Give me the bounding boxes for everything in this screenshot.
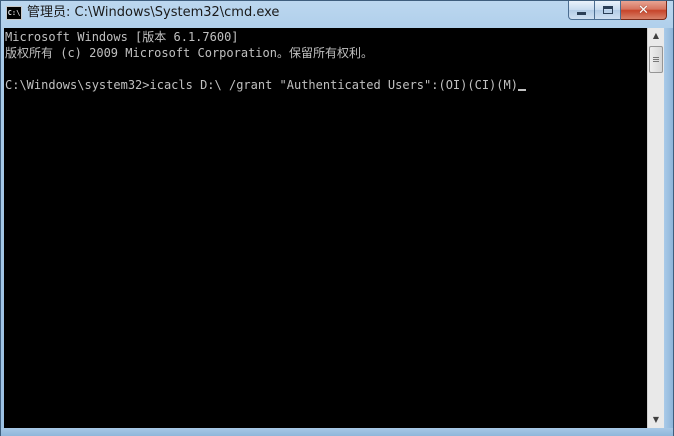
vertical-scrollbar[interactable]: ▲ ▼ xyxy=(647,28,664,428)
window-frame-bottom[interactable] xyxy=(1,428,673,436)
title-bar[interactable]: C:\ 管理员: C:\Windows\System32\cmd.exe ✕ xyxy=(1,1,673,27)
console-line-command[interactable]: C:\Windows\system32>icacls D:\ /grant "A… xyxy=(5,77,526,93)
command-text: C:\Windows\system32>icacls D:\ /grant "A… xyxy=(5,78,518,92)
console-line-version: Microsoft Windows [版本 6.1.7600] xyxy=(5,30,239,44)
caption-buttons: ✕ xyxy=(568,1,667,20)
window-frame-right xyxy=(664,28,673,428)
scroll-down-arrow-icon[interactable]: ▼ xyxy=(648,412,664,428)
minimize-icon xyxy=(577,11,586,15)
maximize-button[interactable] xyxy=(595,1,621,20)
cmd-window: C:\ 管理员: C:\Windows\System32\cmd.exe ✕ M… xyxy=(0,0,674,436)
maximize-icon xyxy=(602,6,613,14)
minimize-button[interactable] xyxy=(568,1,595,20)
window-title: 管理员: C:\Windows\System32\cmd.exe xyxy=(27,5,280,20)
scrollbar-thumb[interactable] xyxy=(649,46,663,73)
close-button[interactable]: ✕ xyxy=(621,1,667,20)
console-line-copyright: 版权所有 (c) 2009 Microsoft Corporation。保留所有… xyxy=(5,46,373,60)
thumb-grip xyxy=(653,57,659,58)
console-output[interactable]: Microsoft Windows [版本 6.1.7600] 版权所有 (c)… xyxy=(4,28,647,428)
cmd-app-icon[interactable]: C:\ xyxy=(6,6,22,20)
thumb-grip xyxy=(653,61,659,62)
thumb-grip xyxy=(653,59,659,60)
close-icon: ✕ xyxy=(638,2,649,18)
scroll-up-arrow-icon[interactable]: ▲ xyxy=(648,28,664,44)
text-cursor xyxy=(517,89,526,91)
